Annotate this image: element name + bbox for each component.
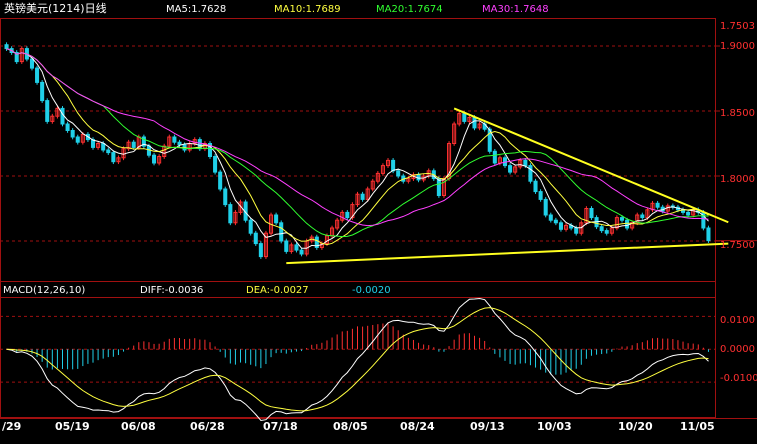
candle-body	[75, 136, 80, 143]
candle-body	[213, 156, 218, 173]
candle-body	[101, 143, 106, 151]
date-tick-4: 07/18	[263, 420, 298, 433]
candle-body	[294, 244, 299, 251]
candle-body	[360, 193, 365, 200]
candle-body	[131, 141, 136, 148]
candle-body	[345, 211, 350, 219]
candle-body	[574, 227, 579, 234]
date-tick-10: 11/05	[680, 420, 715, 433]
candle-body	[508, 165, 513, 173]
candle-body	[45, 100, 50, 122]
macd-value: -0.0020	[352, 285, 391, 296]
candle-body	[111, 152, 116, 163]
candle-body	[35, 67, 40, 83]
chart-grid	[0, 18, 757, 419]
candle-body	[706, 227, 711, 242]
candle-body	[70, 130, 75, 138]
candle-body	[523, 159, 528, 167]
ma10-line	[6, 48, 709, 246]
price-chart	[0, 18, 757, 422]
price-tick-3: 1.7500	[720, 240, 755, 251]
date-tick-3: 06/28	[190, 420, 225, 433]
macd-tick-1: 0.0000	[720, 344, 755, 355]
candle-body	[528, 165, 533, 182]
date-tick-9: 10/20	[618, 420, 653, 433]
candle-body	[589, 208, 594, 219]
candle-body	[279, 222, 284, 242]
date-tick-6: 08/24	[400, 420, 435, 433]
macd-dea: DEA:-0.0027	[246, 285, 309, 296]
candle-body	[274, 214, 279, 224]
candle-body	[686, 211, 691, 216]
candle-body	[223, 188, 228, 206]
candles	[4, 42, 711, 259]
macd-panel	[6, 297, 709, 422]
candle-body	[253, 232, 258, 245]
date-tick-5: 08/05	[333, 420, 368, 433]
candle-body	[604, 230, 609, 234]
date-tick-8: 10/03	[537, 420, 572, 433]
candle-body	[472, 117, 477, 129]
candle-body	[538, 191, 543, 200]
candle-body	[106, 149, 111, 154]
candle-body	[396, 170, 401, 177]
candle-body	[4, 44, 9, 50]
trendline-1	[286, 242, 729, 265]
candle-body	[29, 58, 35, 69]
candle-body	[152, 154, 157, 164]
price-tick-0: 1.9000	[720, 41, 755, 52]
candle-body	[655, 202, 660, 208]
date-tick-7: 09/13	[470, 420, 505, 433]
candle-body	[436, 178, 441, 197]
candle-body	[299, 249, 304, 255]
trendlines	[286, 107, 729, 265]
candle-body	[548, 214, 553, 221]
candle-body	[391, 159, 396, 172]
candle-body	[258, 243, 263, 258]
ma5-label: MA5:1.7628	[166, 4, 227, 15]
candle-body	[619, 217, 625, 221]
candle-body	[533, 180, 538, 193]
macd-tick-0: 0.0100	[720, 315, 755, 326]
candle-body	[172, 136, 177, 143]
candle-body	[284, 240, 289, 252]
date-tick-0: /29	[2, 420, 22, 433]
candle-body	[228, 204, 233, 224]
date-tick-1: 05/19	[55, 420, 90, 433]
date-tick-2: 06/08	[121, 420, 156, 433]
ma5-line	[6, 48, 709, 249]
candle-body	[599, 226, 604, 232]
candle-body	[492, 150, 497, 164]
candle-body	[40, 81, 45, 102]
candle-body	[177, 141, 182, 146]
macd-diff: DIFF:-0.0036	[140, 285, 204, 296]
candle-body	[218, 171, 223, 190]
ma30-label: MA30:1.7648	[482, 4, 549, 15]
candle-body	[558, 222, 563, 230]
instrument-title: 英镑美元(1214)日线	[4, 2, 107, 15]
price-tick-1: 1.8500	[720, 108, 755, 119]
candle-body	[625, 219, 630, 229]
ma10-label: MA10:1.7689	[274, 4, 341, 15]
candle-body	[60, 107, 65, 125]
candle-body	[462, 113, 467, 122]
last-price-label: 1.7503	[720, 21, 755, 32]
ma20-label: MA20:1.7674	[376, 4, 443, 15]
candle-body	[65, 123, 70, 131]
candle-body	[640, 214, 645, 219]
candle-body	[543, 198, 548, 216]
candle-body	[553, 219, 558, 224]
candle-body	[248, 219, 253, 234]
moving-averages	[6, 48, 709, 249]
price-tick-2: 1.8000	[720, 174, 755, 185]
macd-name: MACD(12,26,10)	[3, 285, 86, 296]
diff-line	[6, 297, 709, 422]
macd-tick-2: -0.0100	[720, 373, 757, 384]
